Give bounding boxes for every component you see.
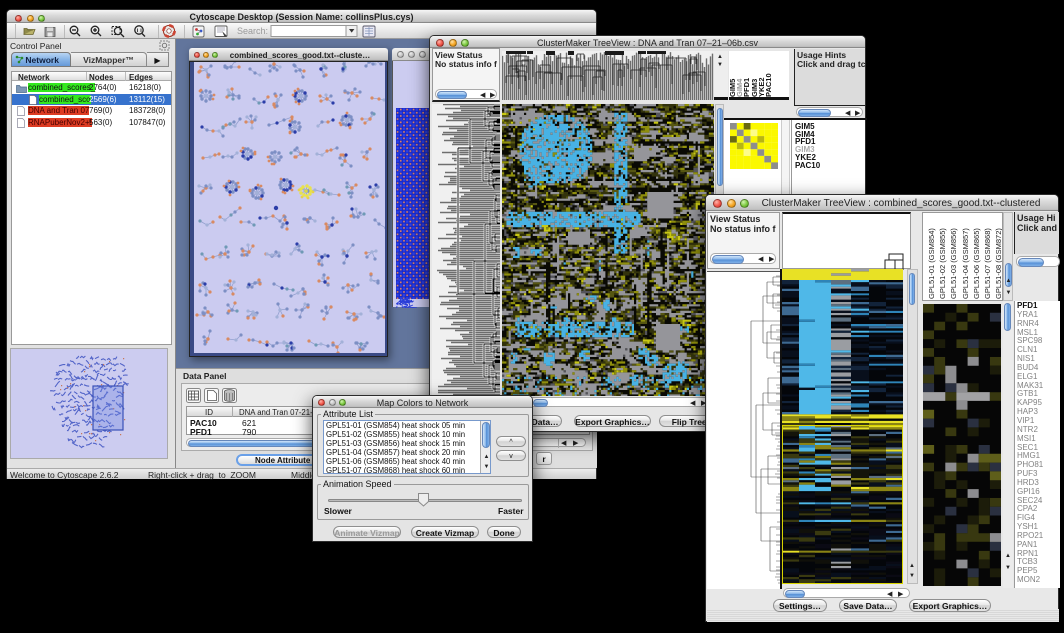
svg-text:Search:: Search: bbox=[237, 26, 268, 36]
